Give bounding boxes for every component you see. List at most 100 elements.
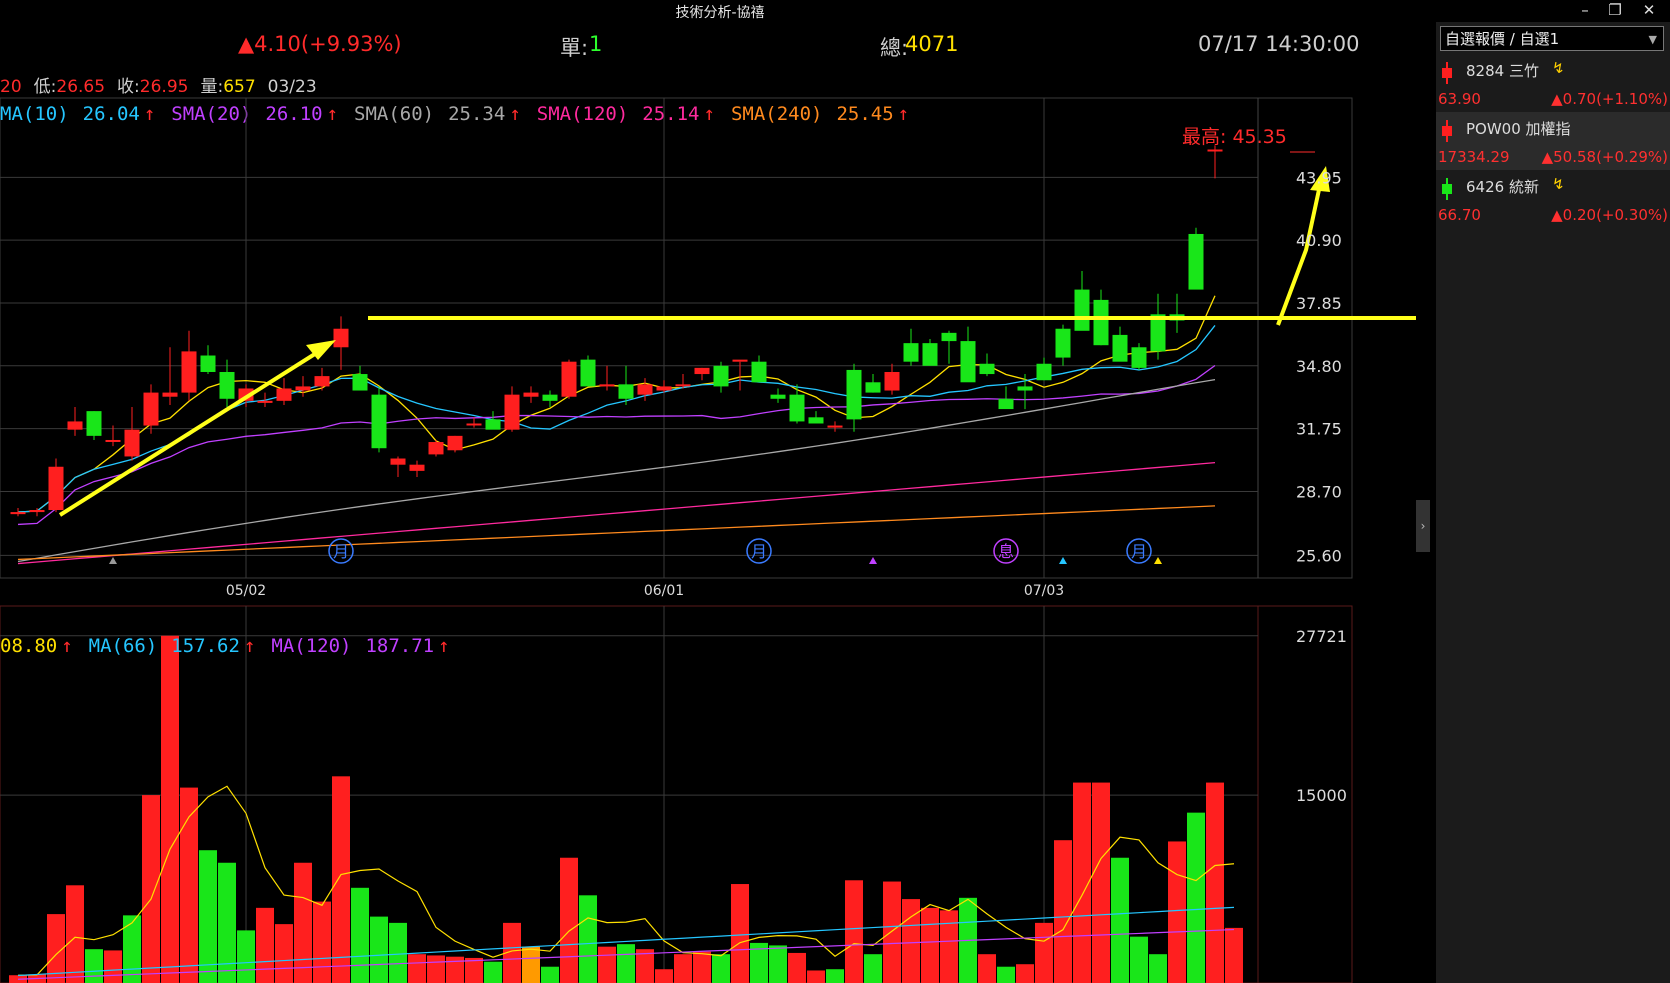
technical-chart[interactable]: 43.95 40.90 37.85 34.80 31.75 28.70 25.60 05/02… [0,0,1416,983]
candle-body [599,384,615,387]
volume-bar [123,915,141,983]
minimize-icon[interactable]: – [1570,0,1600,20]
date-tick-label: 05/02 [226,583,266,599]
watchlist-selector[interactable]: 自選報價 / 自選1 ▼ [1440,26,1664,51]
volume-ma-legend: 08.80 ↑ MA(66) 157.62 ↑ MA(120) 187.71 ↑ [0,635,466,657]
candle-body [732,359,748,362]
candle-body [162,392,178,397]
candle-body [276,388,292,401]
volume-bar [389,922,407,983]
watchlist-item-change: ▲50.58(+0.29%) [1541,148,1668,166]
watchlist-item-change: ▲0.70(+1.10%) [1551,90,1668,108]
volume-bar [579,895,597,983]
volume-bar [142,795,160,983]
triangle-marker-icon [1154,557,1162,564]
candle-body [846,369,862,420]
volume-bar [1035,922,1053,983]
chevron-down-icon: ▼ [1648,33,1657,46]
candle-body [1036,363,1052,381]
volume-bar [864,954,882,983]
alert-bolt-icon: ↯ [1552,59,1565,77]
volume-bar [408,954,426,983]
candle-body [1017,386,1033,391]
close-icon[interactable]: ✕ [1634,0,1664,20]
sma60-line [17,378,1216,563]
volume-bar [1016,964,1034,983]
candle-body [219,371,235,399]
volume-bar [199,850,217,983]
candle-body [1074,289,1090,331]
volume-bar [294,862,312,983]
triangle-marker-icon [1059,557,1067,564]
candle-body [1131,347,1147,368]
volume-bar [978,954,996,983]
watchlist-item[interactable]: 6426 統新 ↯ 66.70 ▲0.20(+0.30%) [1436,170,1670,228]
candle-body [941,332,957,342]
volume-bar [1168,841,1186,983]
volume-bar [256,907,274,983]
candle-body [694,367,710,375]
sma240-line [17,505,1216,561]
watchlist-selector-label: 自選報價 / 自選1 [1445,30,1560,48]
candle-body [542,394,558,401]
date-tick-label: 07/03 [1024,583,1064,599]
volume-tick-label: 15000 [1296,786,1347,805]
volume-bar [1130,936,1148,983]
vma-label-0: 08.80 [0,635,58,657]
watchlist-item[interactable]: 8284 三竹 ↯ 63.90 ▲0.70(+1.10%) [1436,54,1670,112]
volume-bar [731,884,749,983]
volume-bar [85,949,103,983]
watchlist-item[interactable]: POW00 加權指 17334.29 ▲50.58(+0.29%) [1436,112,1670,170]
candle-body [124,429,140,457]
restore-icon[interactable]: ❐ [1600,0,1630,20]
candle-body [333,328,349,348]
axis-labels: 43.95 40.90 37.85 34.80 31.75 28.70 25.60 05/02… [109,126,1347,805]
candle-body [105,439,121,442]
watchlist-item-price: 63.90 [1438,90,1481,108]
candle-body [257,400,273,403]
price-panel-frame [0,97,1353,579]
volume-bar [465,957,483,983]
candle-body [352,374,368,391]
volume-bar [617,944,635,983]
candle-body [29,510,45,513]
candlesticks [10,145,1223,517]
candle-body [409,464,425,471]
volume-bar [275,924,293,983]
volume-bar [370,916,388,983]
candle-body [770,394,786,399]
candle-body [998,398,1014,410]
candle-body [447,435,463,451]
watchlist-panel: 自選報價 / 自選1 ▼ 8284 三竹 ↯ 63.90 ▲0.70(+1.10%) P… [1436,22,1670,983]
price-tick-label: 31.75 [1296,420,1342,439]
collapse-panel-icon[interactable]: › [1416,500,1430,552]
volume-bar [332,776,350,983]
event-marker-label: 月 [1131,542,1147,561]
candle-body [200,355,216,372]
price-tick-label: 25.60 [1296,546,1342,565]
price-tick-label: 43.95 [1296,168,1342,187]
volume-bar [66,885,84,983]
vma-label-1: MA(66) [88,635,158,657]
triangle-marker-icon [109,557,117,564]
price-tick-label: 28.70 [1296,482,1342,501]
volume-bar [427,955,445,983]
candle-body [1188,233,1204,290]
candle-body [618,384,634,399]
candle-icon [1442,62,1452,84]
volume-bar [674,954,692,983]
candle-body [1093,299,1109,346]
candle-body [181,351,197,393]
volume-bar [883,881,901,983]
vma-arrow-icon-0: ↑ [61,635,73,657]
candle-body [67,421,83,430]
volume-bar [104,950,122,983]
volume-bar [1092,782,1110,983]
candle-body [48,466,64,511]
candle-body [656,386,672,391]
watchlist-item-change: ▲0.20(+0.30%) [1551,206,1668,224]
candle-body [675,384,691,387]
volume-bar [997,966,1015,983]
volume-bar [826,969,844,983]
candle-body [751,361,767,383]
